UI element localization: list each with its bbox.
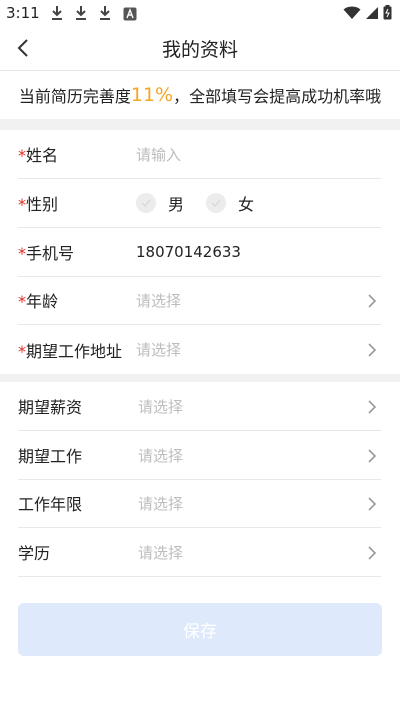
education-row[interactable]: 学历 请选择 (18, 528, 381, 577)
download-icon (76, 6, 86, 20)
chevron-right-icon (368, 449, 377, 463)
nav-bar: 我的资料 (0, 27, 400, 69)
salary-select[interactable]: 请选择 (138, 396, 183, 417)
gender-row: *性别 男 女 (18, 179, 381, 228)
salary-label: 期望薪资 (18, 398, 83, 417)
gender-option-label: 女 (238, 195, 255, 214)
page-title: 我的资料 (161, 39, 238, 61)
salary-row[interactable]: 期望薪资 请选择 (18, 382, 381, 431)
gender-option-female[interactable]: 女 (206, 191, 254, 215)
section-gap (0, 119, 400, 130)
app-notification-icon (123, 7, 137, 21)
download-icon (52, 6, 62, 20)
phone-row[interactable]: *手机号 18070142633 (18, 228, 381, 277)
chevron-right-icon (368, 400, 377, 414)
work-years-row[interactable]: 工作年限 请选择 (18, 479, 381, 528)
status-indicators (343, 5, 392, 20)
expected-job-row[interactable]: 期望工作 请选择 (18, 431, 381, 480)
download-icon (100, 6, 110, 20)
banner-suffix: ，全部填写会提高成功机率哦 (173, 87, 382, 106)
status-bar: 3:11 (0, 0, 400, 27)
banner-prefix: 当前简历完善度 (18, 87, 131, 106)
age-select[interactable]: 请选择 (136, 290, 181, 311)
expected-job-label: 期望工作 (18, 447, 83, 466)
work-location-select[interactable]: 请选择 (136, 339, 181, 360)
status-time: 3:11 (6, 4, 40, 22)
chevron-right-icon (368, 546, 377, 560)
name-input[interactable]: 请输入 (136, 144, 181, 165)
gender-option-label: 男 (168, 195, 185, 214)
work-years-label: 工作年限 (18, 495, 83, 514)
chevron-right-icon (368, 497, 377, 511)
expected-job-select[interactable]: 请选择 (138, 445, 183, 466)
section-gap (0, 374, 400, 382)
radio-check-icon (136, 193, 156, 213)
chevron-right-icon (368, 343, 377, 357)
gender-label: *性别 (18, 195, 59, 214)
chevron-right-icon (368, 294, 377, 308)
education-label: 学历 (18, 544, 51, 563)
work-location-label: *期望工作地址 (18, 341, 123, 361)
work-years-select[interactable]: 请选择 (138, 493, 183, 514)
gender-option-male[interactable]: 男 (136, 191, 184, 215)
battery-icon (383, 5, 392, 20)
name-label: *姓名 (18, 146, 59, 165)
age-label: *年龄 (18, 292, 59, 311)
cellular-signal-icon (366, 6, 378, 19)
completion-banner: 当前简历完善度 11% ，全部填写会提高成功机率哦 (0, 71, 400, 119)
phone-label: *手机号 (18, 244, 75, 263)
save-button[interactable]: 保存 (18, 603, 382, 656)
wifi-icon (343, 6, 361, 19)
gender-radio-group: 男 女 (136, 191, 276, 215)
education-select[interactable]: 请选择 (138, 542, 183, 563)
radio-check-icon (206, 193, 227, 213)
completion-percent: 11% (130, 84, 174, 106)
work-location-row[interactable]: *期望工作地址 请选择 (18, 325, 381, 374)
phone-value[interactable]: 18070142633 (136, 243, 241, 261)
age-row[interactable]: *年龄 请选择 (18, 276, 381, 325)
name-row[interactable]: *姓名 请输入 (18, 130, 381, 179)
